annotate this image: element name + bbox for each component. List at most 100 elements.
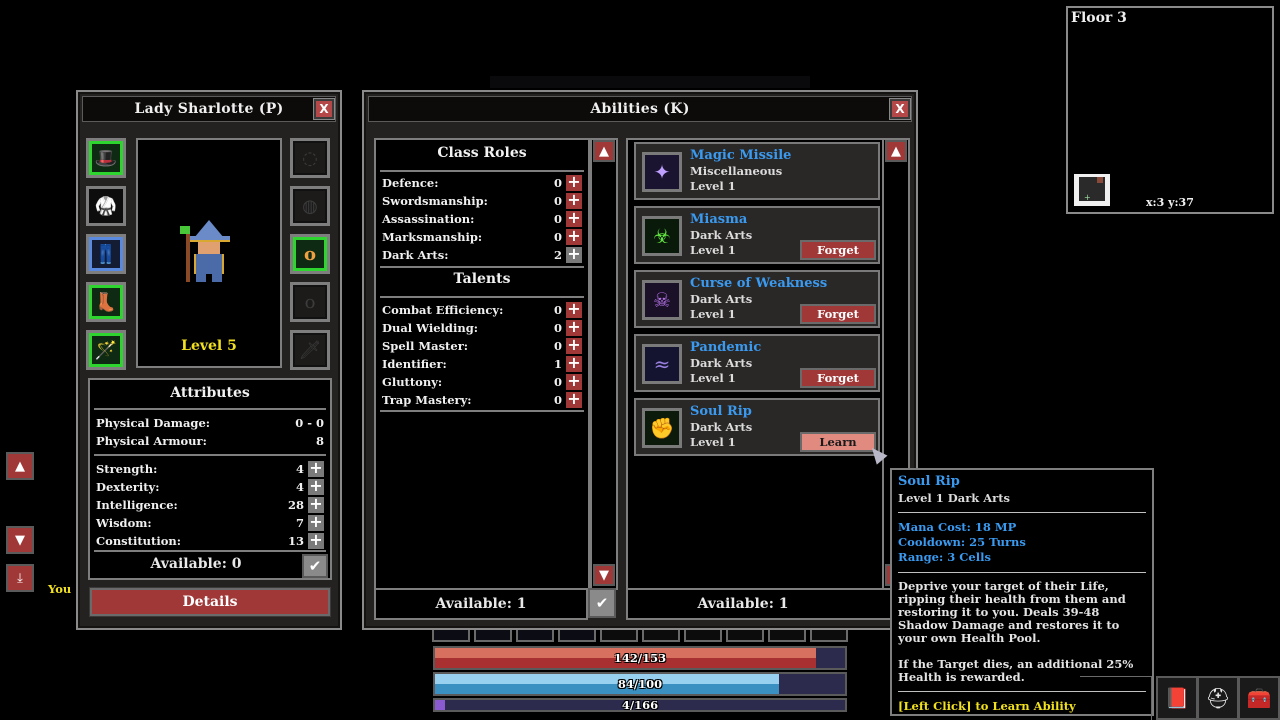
add-class-role-button[interactable]: +	[566, 174, 582, 191]
inventory-button[interactable]: 🧰	[1240, 678, 1278, 718]
hotbar-slot[interactable]	[474, 630, 512, 642]
weapon-slot[interactable]: 🪄	[86, 330, 126, 370]
talent-value: 0	[553, 303, 562, 317]
ring-slot-1[interactable]: o	[290, 234, 330, 274]
ability-card[interactable]: ≈ Pandemic Dark Arts Level 1 Forget	[634, 334, 880, 392]
add-attribute-button[interactable]: +	[308, 514, 324, 531]
pandemic-icon-glyph: ≈	[653, 352, 671, 376]
hotbar-slot[interactable]	[516, 630, 554, 642]
ability-name: Soul Rip	[690, 404, 752, 419]
arrow-up-icon: ▲	[599, 143, 609, 159]
spellbook-button[interactable]: 📕	[1158, 678, 1196, 718]
hotbar-slot[interactable]	[642, 630, 680, 642]
checkmark-icon: ✔	[595, 594, 609, 612]
weapon-slot-inner: 🪄	[89, 333, 123, 367]
chat-you-label: You	[48, 582, 72, 596]
hotbar-slot[interactable]	[726, 630, 764, 642]
menu-buttons: 📕 ⛑ 🧰	[1156, 676, 1280, 720]
divider	[380, 266, 584, 268]
add-talent-button[interactable]: +	[566, 319, 582, 336]
minimap[interactable]: Floor 3 + x:3 y:37	[1066, 6, 1274, 214]
ability-level: Level 1	[690, 307, 736, 321]
ability-category: Dark Arts	[690, 228, 753, 242]
talent-row: Identifier: 1 +	[382, 355, 582, 373]
add-talent-button[interactable]: +	[566, 301, 582, 318]
confirm-attributes-button[interactable]: ✔	[302, 554, 328, 578]
belt-slot[interactable]: ◍	[290, 186, 330, 226]
experience-bar-text: 4/166	[621, 698, 659, 712]
ability-card[interactable]: ☠ Curse of Weakness Dark Arts Level 1 Forget	[634, 270, 880, 328]
close-character-button[interactable]: X	[313, 98, 335, 120]
roles-scroll-up-button[interactable]: ▲	[593, 140, 615, 162]
roles-scrollbar-track[interactable]	[590, 138, 618, 590]
chat-scroll-down-button[interactable]: ▼	[6, 526, 34, 554]
character-level: Level 5	[181, 338, 237, 354]
add-class-role-button[interactable]: +	[566, 210, 582, 227]
miasma-icon: ☣	[645, 219, 679, 253]
feet-slot[interactable]: 👢	[86, 282, 126, 322]
derived-physical-damage: Physical Damage: 0 - 0	[96, 416, 324, 430]
character-button[interactable]: ⛑	[1199, 678, 1237, 718]
attribute-row: Constitution: 13 +	[96, 532, 324, 550]
legs-slot[interactable]: 👖	[86, 234, 126, 274]
add-attribute-button[interactable]: +	[308, 478, 324, 495]
abilities-scroll-up-button[interactable]: ▲	[885, 140, 907, 162]
add-talent-button[interactable]: +	[566, 355, 582, 372]
add-talent-button[interactable]: +	[566, 391, 582, 408]
amulet-icon: ◌	[302, 147, 318, 169]
divider	[380, 296, 584, 298]
roles-scroll-down-button[interactable]: ▼	[593, 564, 615, 586]
forget-ability-button[interactable]: Forget	[800, 368, 876, 388]
confirm-roles-button[interactable]: ✔	[588, 588, 616, 618]
add-class-role-button[interactable]: +	[566, 228, 582, 245]
arrow-up-icon: ▲	[891, 143, 901, 159]
ability-card[interactable]: ✦ Magic Missile Miscellaneous Level 1	[634, 142, 880, 200]
add-attribute-button[interactable]: +	[308, 460, 324, 477]
attribute-value: 4	[295, 462, 304, 476]
chest-slot[interactable]: 🥋	[86, 186, 126, 226]
belt-icon: ◍	[302, 195, 318, 217]
talent-value: 0	[553, 339, 562, 353]
ability-level: Level 1	[690, 179, 736, 193]
attribute-row: Strength: 4 +	[96, 460, 324, 478]
ability-card[interactable]: ☣ Miasma Dark Arts Level 1 Forget	[634, 206, 880, 264]
add-talent-button[interactable]: +	[566, 373, 582, 390]
hotbar-slot[interactable]	[558, 630, 596, 642]
abilities-panel: Abilities (K) X Class Roles Talents Defe…	[362, 90, 918, 630]
ability-card[interactable]: ✊ Soul Rip Dark Arts Level 1 Learn	[634, 398, 880, 456]
ring-icon: o	[304, 291, 316, 313]
attribute-row: Intelligence: 28 +	[96, 496, 324, 514]
add-attribute-button[interactable]: +	[308, 496, 324, 513]
minimap-coords: x:3 y:37	[1146, 196, 1194, 209]
soul-rip-icon-glyph: ✊	[649, 416, 675, 440]
attribute-label: Strength:	[96, 462, 158, 476]
class-roles-box: Class Roles Talents Defence: 0 + Swordsmans…	[374, 138, 590, 590]
amulet-slot[interactable]: ◌	[290, 138, 330, 178]
offhand-slot[interactable]: 🗡	[290, 330, 330, 370]
add-attribute-button[interactable]: +	[308, 532, 324, 549]
ability-icon-frame: ☣	[642, 216, 682, 256]
hotbar-slot[interactable]	[432, 630, 470, 642]
forget-ability-button[interactable]: Forget	[800, 304, 876, 324]
details-button[interactable]: Details	[89, 587, 331, 617]
head-slot[interactable]: 🎩	[86, 138, 126, 178]
arrow-down-icon: ▼	[15, 532, 25, 548]
close-abilities-button[interactable]: X	[889, 98, 911, 120]
hotbar-slot[interactable]	[600, 630, 638, 642]
health-bar-text: 142/153	[613, 651, 667, 665]
class-role-label: Assassination:	[382, 212, 475, 226]
ability-icon-frame: ✦	[642, 152, 682, 192]
chat-scroll-bottom-button[interactable]: ⤓	[6, 564, 34, 592]
add-class-role-button[interactable]: +	[566, 246, 582, 263]
forget-ability-button[interactable]: Forget	[800, 240, 876, 260]
add-talent-button[interactable]: +	[566, 337, 582, 354]
spellbook-icon: 📕	[1164, 686, 1190, 710]
chat-scroll-up-button[interactable]: ▲	[6, 452, 34, 480]
add-class-role-button[interactable]: +	[566, 192, 582, 209]
hotbar-slot[interactable]	[768, 630, 806, 642]
hotbar-slot[interactable]	[810, 630, 848, 642]
ring-slot-2[interactable]: o	[290, 282, 330, 322]
learn-ability-button[interactable]: Learn	[800, 432, 876, 452]
attribute-value: 4	[295, 480, 304, 494]
hotbar-slot[interactable]	[684, 630, 722, 642]
